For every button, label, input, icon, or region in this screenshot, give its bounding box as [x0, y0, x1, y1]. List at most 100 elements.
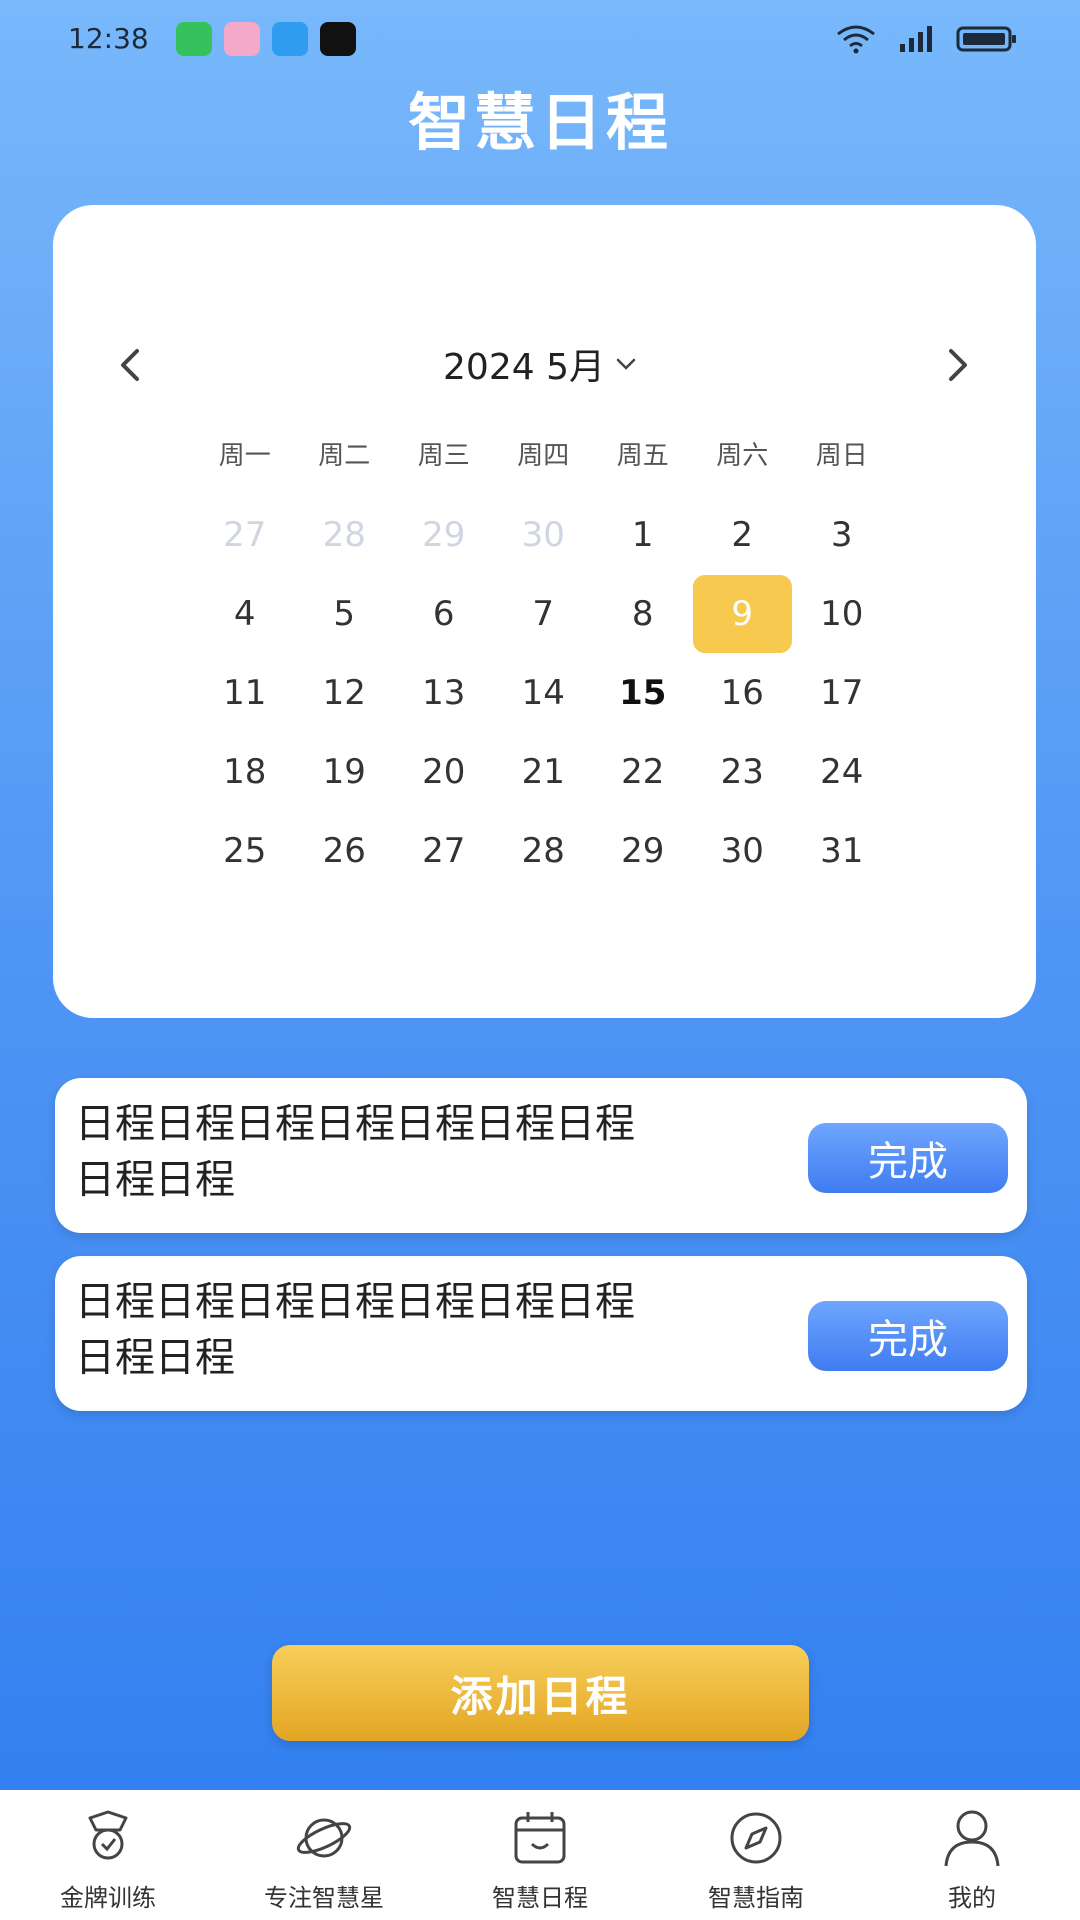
calendar-day-label: 3: [830, 514, 853, 555]
status-time: 12:38: [68, 22, 149, 55]
calendar-day-label: 30: [720, 830, 764, 871]
month-label: 2024 5月: [443, 347, 605, 388]
tab-label: 金牌训练: [60, 1884, 156, 1912]
calendar-day[interactable]: 7: [494, 574, 594, 653]
calendar-day[interactable]: 16: [693, 653, 793, 732]
calendar-day-label: 27: [422, 830, 466, 871]
calendar-day[interactable]: 22: [593, 732, 693, 811]
status-app-icons: [176, 22, 356, 56]
calendar-day-label: 5: [333, 593, 356, 634]
chevron-left-icon: [121, 349, 139, 381]
tab-label: 专注智慧星: [264, 1884, 384, 1912]
calendar-day[interactable]: 8: [593, 574, 693, 653]
calendar-day-label: 17: [820, 672, 864, 713]
add-schedule-button[interactable]: 添加日程: [272, 1645, 809, 1741]
calendar-day[interactable]: 1: [593, 495, 693, 574]
calendar-day-label: 30: [521, 514, 565, 555]
calendar-day[interactable]: 27: [195, 495, 295, 574]
chevron-down-icon: [616, 358, 636, 370]
month-selector[interactable]: 2024 5月: [390, 338, 690, 390]
calendar-day-label: 19: [322, 751, 366, 792]
weekday-label: 周六: [716, 441, 769, 471]
tab-smart-schedule[interactable]: 智慧日程: [432, 1790, 648, 1920]
next-month-button[interactable]: [928, 335, 988, 395]
calendar-day-label: 29: [422, 514, 466, 555]
calendar-day[interactable]: 28: [494, 811, 594, 890]
calendar-day[interactable]: 20: [394, 732, 494, 811]
tab-mine[interactable]: 我的: [864, 1790, 1080, 1920]
planet-icon: [296, 1818, 352, 1858]
schedule-text: 日程日程日程日程日程日程日程日程日程: [75, 1279, 635, 1381]
calendar-day-label: 26: [322, 830, 366, 871]
tab-gold-training[interactable]: 金牌训练: [0, 1790, 216, 1920]
user-icon: [944, 1810, 1000, 1867]
calendar-day-label: 9: [692, 574, 792, 653]
tab-label: 智慧指南: [708, 1884, 804, 1912]
calendar-day[interactable]: 4: [195, 574, 295, 653]
calendar-day[interactable]: 24: [792, 732, 892, 811]
medal-icon: [88, 1810, 128, 1860]
page-title: 智慧日程: [407, 86, 672, 159]
calendar-day[interactable]: 2: [693, 495, 793, 574]
schedule-item: 日程日程日程日程日程日程日程日程日程 完成: [55, 1078, 1027, 1233]
calendar-day-label: 1: [631, 514, 654, 555]
prev-month-button[interactable]: [100, 335, 160, 395]
calendar-day[interactable]: 15: [593, 653, 693, 732]
bottom-tab-bar: 金牌训练 专注智慧星 智慧日程 智慧指南 我的: [0, 1790, 1080, 1920]
calendar-day-label: 12: [322, 672, 366, 713]
calendar-day-label: 27: [223, 514, 267, 555]
calendar-day-label: 13: [422, 672, 466, 713]
calendar-day[interactable]: 6: [394, 574, 494, 653]
calendar-day[interactable]: 29: [394, 495, 494, 574]
calendar-day-label: 15: [619, 672, 667, 713]
calendar-day[interactable]: 31: [792, 811, 892, 890]
schedule-item: 日程日程日程日程日程日程日程日程日程 完成: [55, 1256, 1027, 1411]
compass-icon: [730, 1812, 782, 1864]
calendar-day-label: 29: [621, 830, 665, 871]
calendar-day-label: 8: [631, 593, 654, 634]
calendar-day-label: 21: [521, 751, 565, 792]
complete-button[interactable]: 完成: [808, 1301, 1008, 1371]
complete-button[interactable]: 完成: [808, 1123, 1008, 1193]
status-bar: 12:38: [0, 0, 1080, 80]
tiktok-icon: [320, 22, 356, 56]
signal-icon: [900, 26, 932, 52]
calendar-day[interactable]: 23: [693, 732, 793, 811]
schedule-text: 日程日程日程日程日程日程日程日程日程: [75, 1101, 635, 1203]
calendar-day[interactable]: 18: [195, 732, 295, 811]
status-indicators: [836, 24, 1018, 54]
calendar-day[interactable]: 13: [394, 653, 494, 732]
calendar-day-label: 11: [223, 672, 267, 713]
calendar-day[interactable]: 26: [295, 811, 395, 890]
calendar-day[interactable]: 25: [195, 811, 295, 890]
calendar-day[interactable]: 17: [792, 653, 892, 732]
calendar-day[interactable]: 30: [693, 811, 793, 890]
calendar-days-grid: 27 28 29 30 1 2 3 4 5 6 7 8 9 10 11 12 13 14 15 16 17 18 19 20 2…: [195, 495, 892, 890]
calendar-day-label: 16: [720, 672, 764, 713]
calendar-day-label: 18: [223, 751, 267, 792]
calendar-day[interactable]: 5: [295, 574, 395, 653]
calendar-day[interactable]: 12: [295, 653, 395, 732]
calendar-day-label: 4: [233, 593, 256, 634]
calendar-day[interactable]: 11: [195, 653, 295, 732]
weekday-label: 周日: [815, 441, 868, 471]
calendar-day-label: 22: [621, 751, 665, 792]
tab-focus-star[interactable]: 专注智慧星: [216, 1790, 432, 1920]
calendar-day[interactable]: 27: [394, 811, 494, 890]
calendar-day[interactable]: 21: [494, 732, 594, 811]
calendar-day[interactable]: 10: [792, 574, 892, 653]
calendar-day[interactable]: 14: [494, 653, 594, 732]
calendar-day[interactable]: 29: [593, 811, 693, 890]
tab-smart-guide[interactable]: 智慧指南: [648, 1790, 864, 1920]
calendar-day-label: 6: [432, 593, 455, 634]
weekday-label: 周一: [218, 441, 271, 471]
tab-label: 智慧日程: [492, 1884, 588, 1912]
calendar-day-selected[interactable]: 9: [692, 574, 792, 653]
calendar-day[interactable]: 30: [494, 495, 594, 574]
calendar-day[interactable]: 28: [295, 495, 395, 574]
calendar-day[interactable]: 19: [295, 732, 395, 811]
weekday-header: 周一 周二 周三 周四 周五 周六 周日: [195, 435, 892, 472]
app-pink-icon: [224, 22, 260, 56]
calendar-day[interactable]: 3: [792, 495, 892, 574]
app-blue-icon: [272, 22, 308, 56]
